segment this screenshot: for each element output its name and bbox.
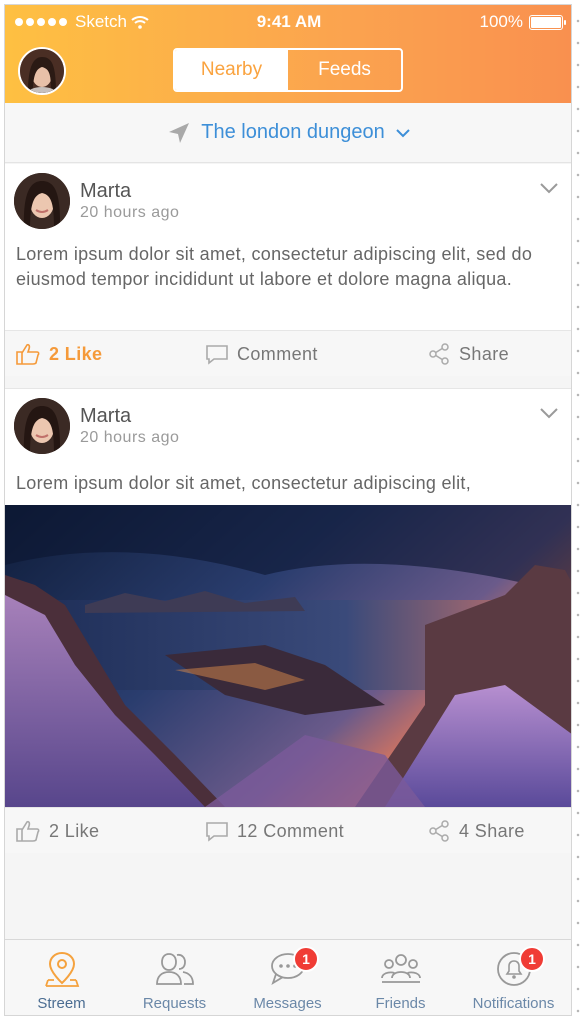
navigation-arrow-icon bbox=[169, 122, 190, 143]
share-button[interactable]: 4 Share bbox=[427, 808, 525, 854]
tab-friends[interactable]: Friends bbox=[344, 940, 457, 1015]
comment-icon bbox=[206, 822, 228, 842]
thumbs-up-icon bbox=[16, 343, 40, 365]
bottom-tab-bar: Streem Requests 1 Messages Friends 1 Not… bbox=[5, 939, 571, 1015]
post-card: Marta 20 hours ago Lorem ipsum dolor sit… bbox=[5, 388, 571, 854]
tab-label: Requests bbox=[142, 995, 207, 1012]
author-name[interactable]: Marta bbox=[80, 405, 131, 428]
tab-notifications[interactable]: 1 Notifications bbox=[457, 940, 570, 1015]
tab-label: Friends bbox=[375, 995, 426, 1012]
phone-screen: Sketch 9:41 AM 100% Nearby Feeds The lon… bbox=[4, 4, 572, 1016]
location-label: The london dungeon bbox=[201, 121, 385, 143]
segment-nearby[interactable]: Nearby bbox=[175, 50, 288, 90]
tab-streem[interactable]: Streem bbox=[5, 940, 118, 1015]
app-header: Sketch 9:41 AM 100% Nearby Feeds bbox=[5, 5, 571, 103]
feed-segmented-control: Nearby Feeds bbox=[173, 48, 403, 92]
battery-area: 100% bbox=[479, 12, 566, 32]
author-avatar[interactable] bbox=[14, 398, 70, 454]
chevron-down-icon bbox=[396, 128, 410, 137]
tab-requests[interactable]: Requests bbox=[118, 940, 231, 1015]
like-button[interactable]: 2 Like bbox=[15, 331, 102, 377]
post-card: Marta 20 hours ago Lorem ipsum dolor sit… bbox=[5, 164, 571, 377]
share-label: Share bbox=[459, 343, 510, 364]
users-icon bbox=[155, 953, 194, 985]
author-avatar[interactable] bbox=[14, 173, 70, 229]
post-photo[interactable] bbox=[5, 505, 571, 807]
share-count: 4 Share bbox=[459, 820, 525, 841]
comment-count: 12 Comment bbox=[237, 820, 345, 841]
like-count: 2 Like bbox=[49, 820, 100, 841]
comment-icon bbox=[206, 345, 228, 365]
status-bar: Sketch 9:41 AM 100% bbox=[5, 5, 571, 37]
post-actions: 2 Like 12 Comment 4 Share bbox=[5, 807, 571, 854]
profile-avatar[interactable] bbox=[18, 47, 66, 95]
notifications-badge: 1 bbox=[519, 946, 545, 972]
page-edge-dots bbox=[572, 4, 580, 1016]
post-options-chevron-icon[interactable] bbox=[539, 182, 559, 194]
post-body: Lorem ipsum dolor sit amet, consectetur … bbox=[16, 473, 471, 493]
messages-badge: 1 bbox=[293, 946, 319, 972]
post-options-chevron-icon[interactable] bbox=[539, 407, 559, 419]
comment-button[interactable]: Comment bbox=[205, 331, 318, 377]
thumbs-up-icon bbox=[16, 820, 40, 842]
tab-messages[interactable]: 1 Messages bbox=[231, 940, 344, 1015]
tab-label: Messages bbox=[253, 995, 322, 1012]
post-timestamp: 20 hours ago bbox=[80, 429, 180, 446]
share-button[interactable]: Share bbox=[427, 331, 509, 377]
tab-label: Streem bbox=[37, 995, 86, 1012]
share-icon bbox=[429, 343, 449, 365]
like-count: 2 Like bbox=[49, 343, 103, 364]
battery-icon bbox=[529, 14, 566, 30]
location-selector[interactable]: The london dungeon bbox=[5, 103, 571, 163]
comment-label: Comment bbox=[237, 343, 318, 364]
post-actions: 2 Like Comment Share bbox=[5, 330, 571, 377]
post-timestamp: 20 hours ago bbox=[80, 204, 180, 221]
comment-button[interactable]: 12 Comment bbox=[205, 808, 344, 854]
friends-icon bbox=[380, 954, 421, 983]
battery-percent: 100% bbox=[479, 12, 523, 31]
tab-label: Notifications bbox=[472, 995, 555, 1012]
author-name[interactable]: Marta bbox=[80, 180, 131, 203]
location-pin-icon bbox=[44, 951, 79, 987]
share-icon bbox=[429, 820, 449, 842]
post-body: Lorem ipsum dolor sit amet, consectetur … bbox=[16, 244, 533, 289]
like-button[interactable]: 2 Like bbox=[15, 808, 99, 854]
segment-feeds[interactable]: Feeds bbox=[288, 50, 401, 90]
